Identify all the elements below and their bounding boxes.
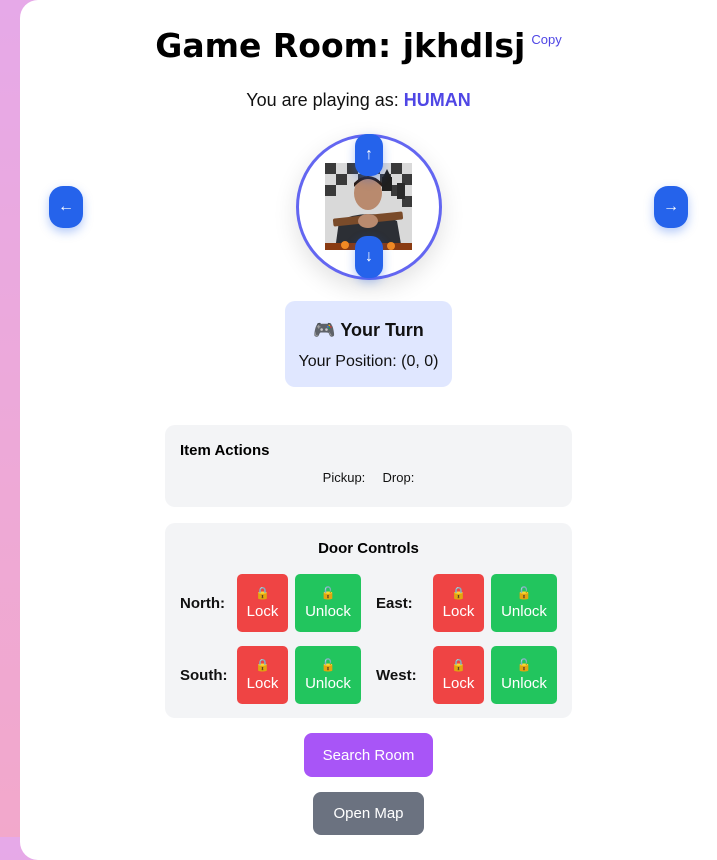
room-title: Game Room: jkhdlsj: [155, 26, 526, 65]
west-unlock-button[interactable]: 🔓 Unlock: [491, 646, 557, 704]
turn-status-title: Your Turn: [340, 320, 424, 340]
search-room-label: Search Room: [322, 746, 415, 764]
open-map-button[interactable]: Open Map: [313, 792, 424, 835]
east-unlock-button[interactable]: 🔓 Unlock: [491, 574, 557, 632]
turn-status-heading: 🎮 Your Turn: [285, 320, 452, 341]
item-actions-row: Pickup: Drop:: [165, 470, 572, 485]
move-right-button[interactable]: →: [654, 186, 688, 228]
drop-label: Drop:: [382, 470, 415, 485]
pickup-label: Pickup:: [322, 470, 366, 485]
door-controls-title: Door Controls: [318, 540, 419, 557]
search-room-button[interactable]: Search Room: [304, 733, 433, 777]
north-unlock-button[interactable]: 🔓 Unlock: [295, 574, 361, 632]
lock-label: Lock: [442, 675, 475, 692]
page-title: Game Room: jkhdlsj Copy: [0, 26, 717, 65]
unlock-icon: 🔓: [320, 658, 336, 672]
unlock-icon: 🔓: [516, 586, 532, 600]
player-role: HUMAN: [403, 90, 471, 110]
south-lock-button[interactable]: 🔒 Lock: [237, 646, 288, 704]
turn-status-box: 🎮 Your Turn Your Position: (0, 0): [285, 301, 452, 387]
move-left-button[interactable]: ←: [49, 186, 83, 228]
west-lock-button[interactable]: 🔒 Lock: [433, 646, 484, 704]
unlock-icon: 🔓: [320, 586, 336, 600]
arrow-up-icon: ↑: [365, 146, 373, 163]
unlock-label: Unlock: [501, 675, 547, 692]
open-map-label: Open Map: [333, 805, 404, 822]
lock-label: Lock: [246, 603, 279, 620]
lock-icon: 🔒: [255, 658, 270, 672]
unlock-icon: 🔓: [516, 658, 532, 672]
gamepad-icon: 🎮: [313, 320, 336, 340]
arrow-left-icon: ←: [58, 198, 74, 215]
lock-icon: 🔒: [255, 586, 270, 600]
lock-icon: 🔒: [451, 658, 466, 672]
south-unlock-button[interactable]: 🔓 Unlock: [295, 646, 361, 704]
lock-label: Lock: [442, 603, 475, 620]
door-label-west: West:: [376, 667, 417, 684]
item-actions-title: Item Actions: [180, 442, 270, 459]
item-actions-panel: Item Actions Pickup: Drop:: [165, 425, 572, 507]
door-controls-panel: Door Controls North: 🔒 Lock 🔓 Unlock Eas…: [165, 523, 572, 718]
move-down-button[interactable]: ↓: [355, 236, 383, 278]
lock-icon: 🔒: [451, 586, 466, 600]
north-lock-button[interactable]: 🔒 Lock: [237, 574, 288, 632]
door-label-south: South:: [180, 667, 228, 684]
lock-label: Lock: [246, 675, 279, 692]
player-role-line: You are playing as: HUMAN: [0, 90, 717, 111]
copy-room-code-link[interactable]: Copy: [531, 32, 561, 47]
door-label-east: East:: [376, 595, 413, 612]
arrow-down-icon: ↓: [365, 248, 373, 265]
unlock-label: Unlock: [305, 675, 351, 692]
unlock-label: Unlock: [501, 603, 547, 620]
playing-as-label: You are playing as:: [246, 90, 399, 110]
arrow-right-icon: →: [663, 198, 679, 215]
unlock-label: Unlock: [305, 603, 351, 620]
player-position: Your Position: (0, 0): [298, 353, 439, 370]
move-up-button[interactable]: ↑: [355, 134, 383, 176]
east-lock-button[interactable]: 🔒 Lock: [433, 574, 484, 632]
door-label-north: North:: [180, 595, 225, 612]
